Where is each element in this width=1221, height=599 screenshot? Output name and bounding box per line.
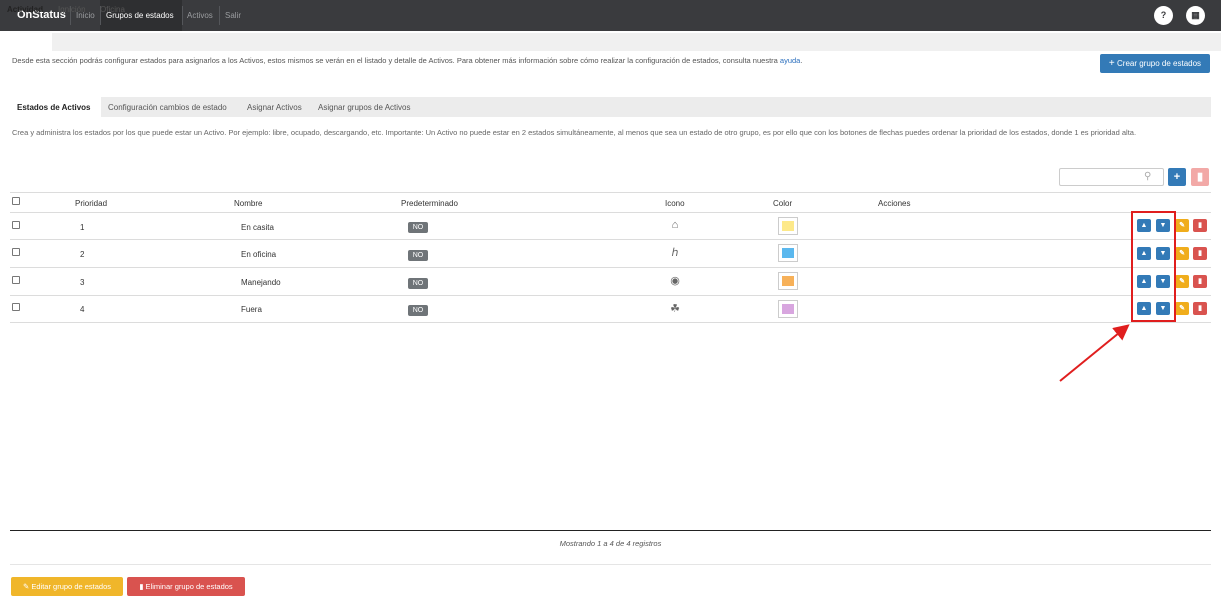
delete-state-button[interactable]: ▮ [1193, 275, 1207, 288]
edit-state-button[interactable]: ✎ [1175, 302, 1189, 315]
create-group-label: Crear grupo de estados [1117, 59, 1202, 68]
row-name: En oficina [241, 250, 277, 259]
intro-text-body: Desde esta sección podrás configurar est… [12, 56, 780, 65]
tab-ignicion[interactable]: Ignición [58, 5, 86, 14]
subtab-estados-de-activos[interactable]: Estados de Activos [17, 103, 91, 112]
paw-icon: ☘ [670, 303, 680, 315]
nav-divider [219, 6, 220, 25]
home-icon: ⌂ [671, 219, 679, 231]
row-checkbox[interactable] [12, 303, 20, 311]
activity-tabs-bar [0, 33, 1221, 51]
nav-link-salir[interactable]: Salir [225, 11, 241, 20]
create-group-button[interactable]: + Crear grupo de estados [1100, 54, 1210, 73]
header-icono: Icono [665, 199, 685, 208]
color-swatch [778, 217, 798, 235]
edit-group-label: Editar grupo de estados [31, 582, 112, 591]
delete-group-label: Eliminar grupo de estados [145, 582, 233, 591]
trash-icon: ▮ [139, 582, 144, 591]
color-swatch [778, 272, 798, 290]
annotation-arrow [1059, 324, 1130, 382]
nav-link-activos[interactable]: Activos [187, 11, 213, 20]
pagination-info: Mostrando 1 a 4 de 4 registros [559, 539, 662, 548]
question-icon: ? [1160, 10, 1167, 20]
steering-wheel-icon: ◉ [670, 275, 680, 287]
default-badge: NO [408, 250, 428, 261]
row-name: En casita [241, 223, 274, 232]
trash-icon: ▮ [1198, 278, 1202, 285]
delete-selected-button[interactable]: ▮ [1191, 168, 1209, 186]
trash-icon: ▮ [1198, 305, 1202, 312]
tab-actividad[interactable]: Actividad [7, 5, 43, 14]
plus-icon: + [1173, 171, 1181, 183]
edit-state-button[interactable]: ✎ [1175, 219, 1189, 232]
delete-group-button[interactable]: ▮ Eliminar grupo de estados [127, 577, 245, 596]
header-acciones: Acciones [878, 199, 911, 208]
tab-oficina[interactable]: Oficina [100, 5, 125, 14]
top-navbar [0, 0, 1221, 31]
edit-state-button[interactable]: ✎ [1175, 247, 1189, 260]
pencil-icon: ✎ [1179, 222, 1185, 229]
subtab-asignar-activos[interactable]: Asignar Activos [247, 103, 302, 112]
row-priority: 3 [80, 278, 85, 287]
row-divider [10, 322, 1211, 323]
row-checkbox[interactable] [12, 276, 20, 284]
add-state-button[interactable]: + [1168, 168, 1186, 186]
row-divider [10, 295, 1211, 296]
row-priority: 2 [80, 250, 85, 259]
header-prioridad[interactable]: Prioridad [75, 199, 107, 208]
row-priority: 4 [80, 305, 85, 314]
default-badge: NO [408, 305, 428, 316]
active-tab-background [0, 33, 52, 51]
row-name: Fuera [241, 305, 262, 314]
nav-divider [182, 6, 183, 25]
row-priority: 1 [80, 223, 85, 232]
select-all-checkbox[interactable] [12, 197, 20, 205]
table-header-border [10, 212, 1211, 213]
help-button[interactable]: ? [1154, 6, 1173, 25]
color-swatch [778, 244, 798, 262]
trash-icon: ▮ [1198, 222, 1202, 229]
intro-text: Desde esta sección podrás configurar est… [12, 56, 802, 65]
row-divider [10, 267, 1211, 268]
subtab-asignar-grupos[interactable]: Asignar grupos de Activos [318, 103, 411, 112]
pencil-icon: ✎ [22, 582, 30, 591]
color-swatch [778, 300, 798, 318]
subtab-configuracion-cambios[interactable]: Configuración cambios de estado [108, 103, 227, 112]
table-top-border [10, 192, 1211, 193]
row-name: Manejando [241, 278, 281, 287]
trash-icon: ▮ [1198, 250, 1202, 257]
row-divider [10, 239, 1211, 240]
row-checkbox[interactable] [12, 221, 20, 229]
trash-icon: ▮ [1196, 171, 1204, 183]
header-predeterminado[interactable]: Predeterminado [401, 199, 458, 208]
paperclip-icon: ℎ [671, 247, 679, 259]
default-badge: NO [408, 278, 428, 289]
section-description: Crea y administra los estados por los qu… [12, 128, 1137, 137]
annotation-highlight-box [1131, 211, 1176, 322]
delete-state-button[interactable]: ▮ [1193, 302, 1207, 315]
edit-state-button[interactable]: ✎ [1175, 275, 1189, 288]
search-icon: ⚲ [1144, 171, 1152, 182]
app-menu-button[interactable]: ▦ [1186, 6, 1205, 25]
help-link[interactable]: ayuda [780, 56, 800, 65]
row-checkbox[interactable] [12, 248, 20, 256]
header-nombre[interactable]: Nombre [234, 199, 262, 208]
plus-icon: + [1108, 58, 1115, 69]
intro-text-suffix: . [800, 56, 803, 65]
footer-divider [10, 564, 1211, 565]
pencil-icon: ✎ [1179, 305, 1185, 312]
table-footer-border [10, 530, 1211, 531]
delete-state-button[interactable]: ▮ [1193, 247, 1207, 260]
grid-menu-icon: ▦ [1191, 10, 1200, 20]
header-color: Color [773, 199, 793, 208]
default-badge: NO [408, 222, 428, 233]
delete-state-button[interactable]: ▮ [1193, 219, 1207, 232]
pencil-icon: ✎ [1179, 250, 1185, 257]
edit-group-button[interactable]: ✎ Editar grupo de estados [11, 577, 123, 596]
pencil-icon: ✎ [1179, 278, 1185, 285]
